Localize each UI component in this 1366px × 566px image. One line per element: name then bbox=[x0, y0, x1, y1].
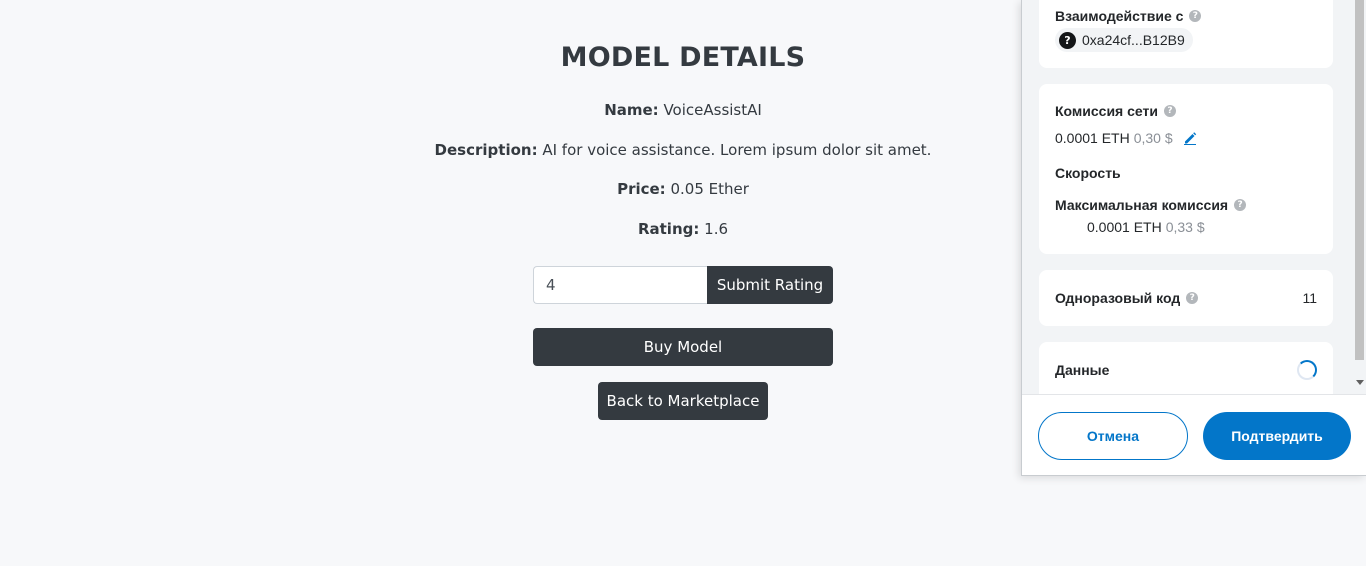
speed-row: Скорость bbox=[1055, 165, 1121, 181]
contract-address: 0xa24cf...B12B9 bbox=[1082, 32, 1185, 48]
speed-label: Скорость bbox=[1055, 165, 1121, 181]
interaction-row: Взаимодействие с ? bbox=[1055, 8, 1202, 24]
data-label: Данные bbox=[1055, 362, 1110, 378]
help-icon[interactable]: ? bbox=[1186, 292, 1199, 304]
price-value: 0.05 Ether bbox=[670, 180, 749, 198]
help-icon[interactable]: ? bbox=[1234, 199, 1247, 211]
wallet-confirmation-popup: Взаимодействие с ? ? 0xa24cf...B12B9 Ком… bbox=[1021, 0, 1366, 476]
max-fee-value: 0.0001 ETH 0,33 $ bbox=[1087, 219, 1205, 235]
name-label: Name: bbox=[604, 101, 659, 119]
rating-label: Rating: bbox=[637, 220, 700, 238]
rating-value: 1.6 bbox=[704, 220, 729, 238]
back-to-marketplace-button[interactable]: Back to Marketplace bbox=[598, 382, 768, 420]
max-fee-fiat: 0,33 $ bbox=[1165, 219, 1205, 235]
nonce-value: 11 bbox=[1302, 290, 1317, 306]
popup-footer: Отмена Подтвердить bbox=[1022, 394, 1366, 475]
confirm-button[interactable]: Подтвердить bbox=[1203, 412, 1351, 460]
max-fee-eth: 0.0001 ETH bbox=[1087, 219, 1162, 235]
loading-spinner-icon bbox=[1297, 360, 1317, 380]
max-fee-label: Максимальная комиссия bbox=[1055, 197, 1229, 213]
fee-fiat: 0,30 $ bbox=[1133, 130, 1173, 146]
data-row: Данные bbox=[1055, 362, 1109, 378]
network-fee-card: Комиссия сети ? 0.0001 ETH 0,30 $ Скорос… bbox=[1039, 84, 1333, 254]
network-fee-label: Комиссия сети bbox=[1055, 103, 1158, 119]
scrollbar-thumb[interactable] bbox=[1355, 0, 1364, 360]
help-icon[interactable]: ? bbox=[1189, 10, 1202, 22]
name-value: VoiceAssistAI bbox=[663, 101, 762, 119]
max-fee-row: Максимальная комиссия ? bbox=[1055, 197, 1247, 213]
description-value: AI for voice assistance. Lorem ipsum dol… bbox=[542, 141, 932, 159]
network-fee-row: Комиссия сети ? bbox=[1055, 103, 1176, 119]
interaction-label: Взаимодействие с bbox=[1055, 8, 1184, 24]
help-icon[interactable]: ? bbox=[1163, 105, 1176, 117]
nonce-card: Одноразовый код ? 11 bbox=[1039, 270, 1333, 326]
network-fee-value: 0.0001 ETH 0,30 $ bbox=[1055, 130, 1197, 146]
address-identicon-icon: ? bbox=[1059, 31, 1076, 49]
price-label: Price: bbox=[617, 180, 666, 198]
rating-form: Submit Rating bbox=[533, 266, 833, 304]
description-label: Description: bbox=[434, 141, 538, 159]
scroll-down-arrow-icon[interactable] bbox=[1356, 380, 1364, 385]
buy-model-button[interactable]: Buy Model bbox=[533, 328, 833, 366]
submit-rating-button[interactable]: Submit Rating bbox=[707, 266, 833, 304]
edit-icon[interactable] bbox=[1183, 131, 1197, 145]
interaction-card: Взаимодействие с ? ? 0xa24cf...B12B9 bbox=[1039, 0, 1333, 68]
nonce-row: Одноразовый код ? bbox=[1055, 290, 1199, 306]
fee-eth: 0.0001 ETH bbox=[1055, 130, 1130, 146]
popup-scrollbar[interactable] bbox=[1353, 0, 1366, 394]
cancel-button[interactable]: Отмена bbox=[1038, 412, 1188, 460]
nonce-label: Одноразовый код bbox=[1055, 290, 1181, 306]
contract-address-pill[interactable]: ? 0xa24cf...B12B9 bbox=[1055, 28, 1193, 52]
data-card[interactable]: Данные bbox=[1039, 342, 1333, 402]
rating-input[interactable] bbox=[533, 266, 707, 304]
